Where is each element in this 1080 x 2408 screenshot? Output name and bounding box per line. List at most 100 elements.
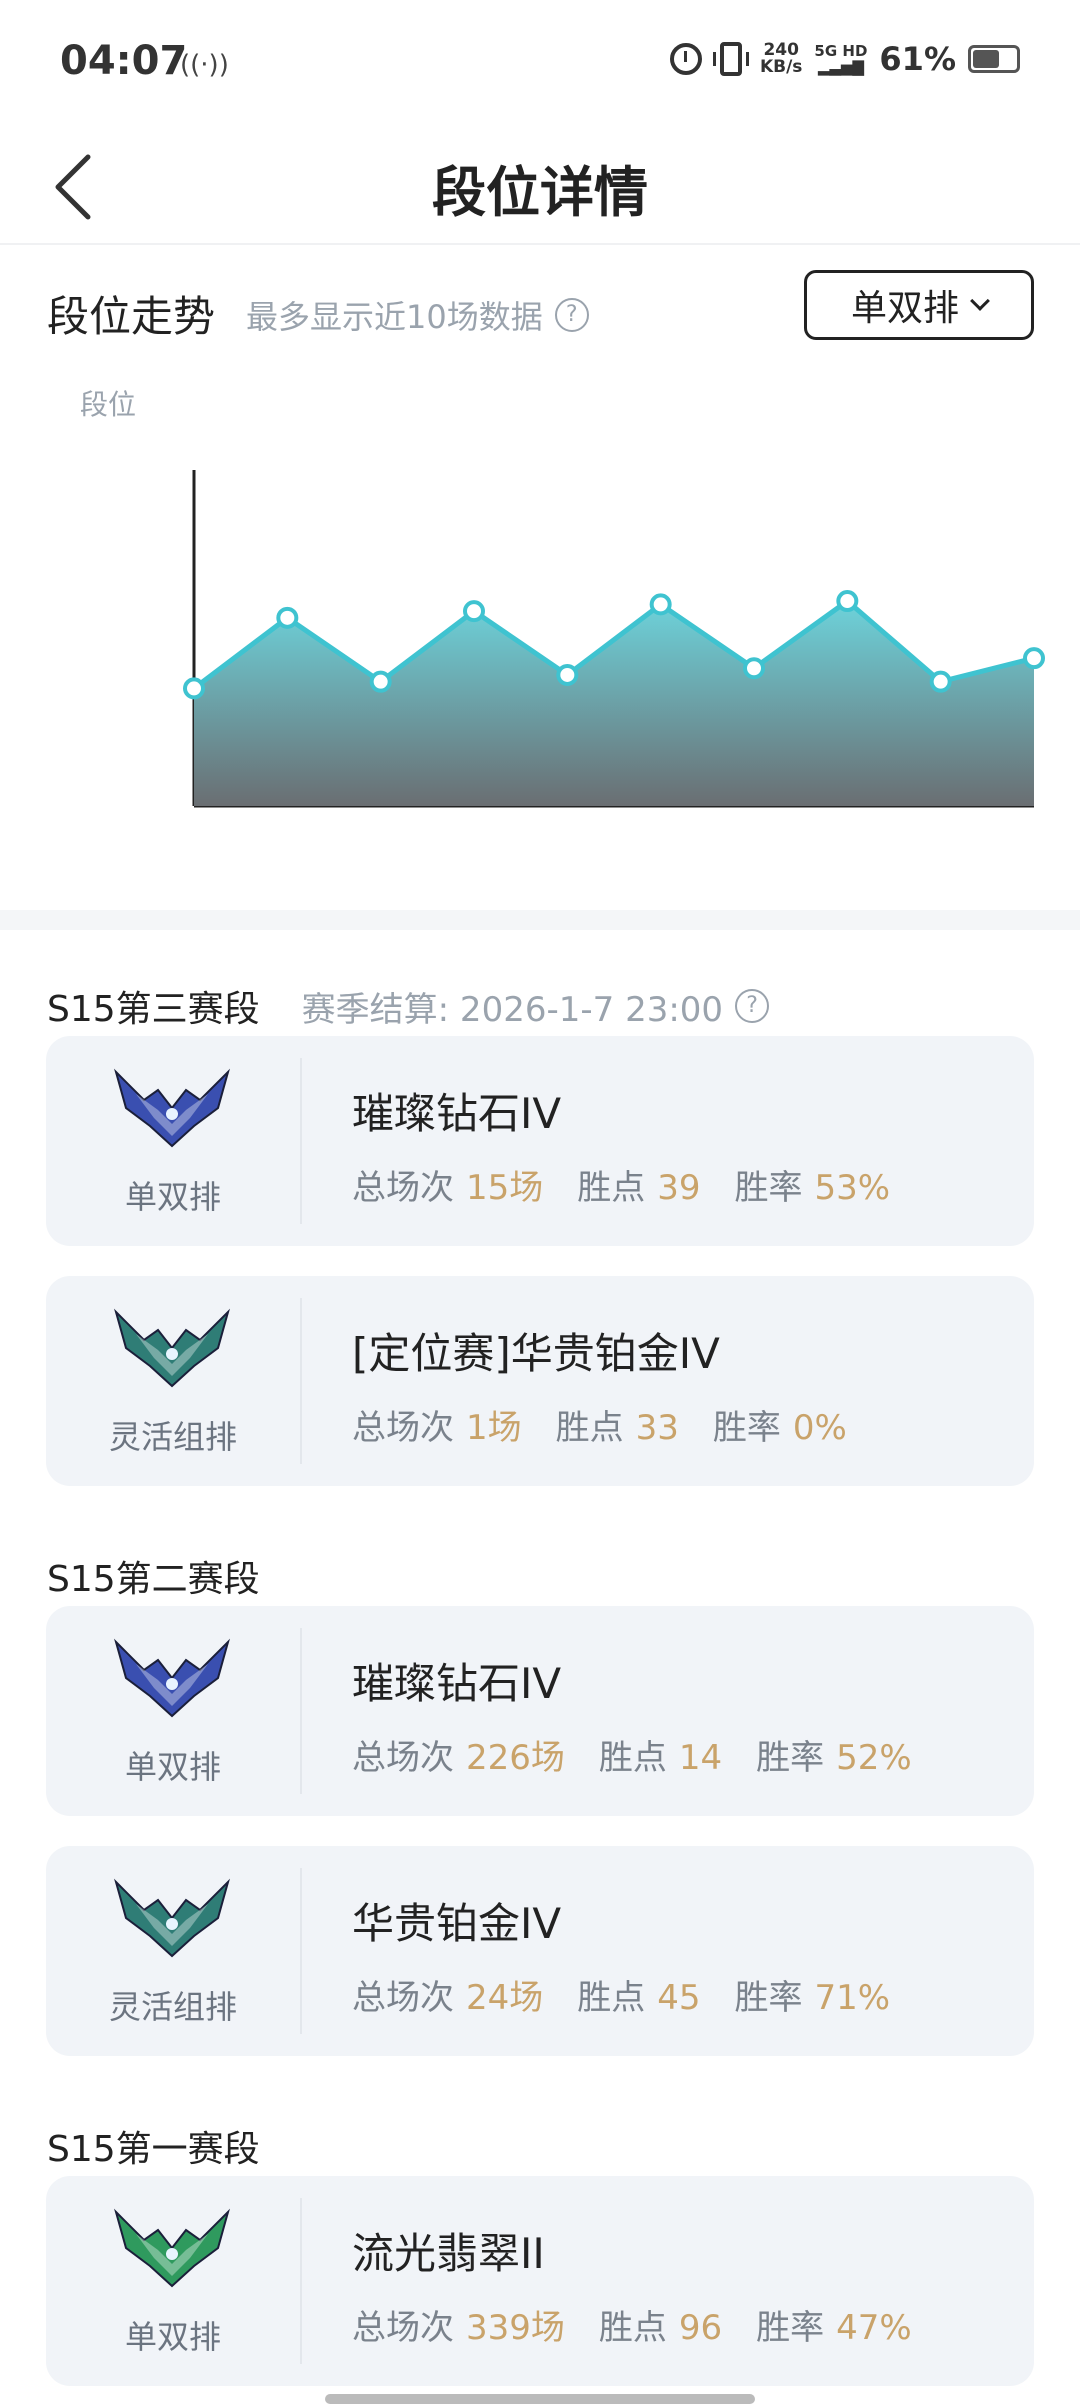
- games-value: 24场: [466, 1978, 544, 2018]
- chart-point[interactable]: [743, 657, 765, 680]
- games-label: 总场次: [352, 1738, 454, 1778]
- games-value: 1场: [466, 1408, 522, 1448]
- chart-point[interactable]: [649, 593, 672, 616]
- season-title: S15第二赛段: [47, 1559, 260, 1600]
- rank-card[interactable]: 单双排 璀璨钻石IV 总场次 15场 胜点 39 胜率 53%: [46, 1036, 1034, 1246]
- help-icon[interactable]: ?: [735, 989, 770, 1023]
- winrate-label: 胜率: [734, 1978, 803, 2018]
- points-stat: 胜点 45: [577, 1970, 700, 2019]
- queue-name: 单双排: [124, 2318, 221, 2356]
- points-stat: 胜点 96: [599, 2300, 722, 2349]
- chart-point[interactable]: [463, 600, 485, 623]
- net-speed: 240 KB/s: [760, 42, 802, 76]
- winrate-label: 胜率: [756, 2308, 825, 2348]
- trend-subtitle: 最多显示近10场数据 ?: [246, 292, 589, 338]
- chart-point[interactable]: [276, 606, 299, 629]
- games-label: 总场次: [352, 1978, 454, 2018]
- queue-name: 单双排: [124, 1178, 221, 1216]
- games-label: 总场次: [352, 1408, 454, 1448]
- winrate-stat: 胜率 71%: [735, 1970, 891, 2019]
- queue-select[interactable]: 单双排: [804, 270, 1034, 340]
- queue-select-label: 单双排: [850, 288, 959, 329]
- winrate-stat: 胜率 47%: [756, 2300, 912, 2349]
- home-indicator[interactable]: [325, 2394, 755, 2404]
- chevron-down-icon: [970, 291, 990, 311]
- chart-point[interactable]: [836, 590, 859, 613]
- games-stat: 总场次 24场: [352, 1970, 543, 2019]
- winrate-label: 胜率: [756, 1738, 825, 1778]
- season-header: S15第三赛段 赛季结算: 2026-1-7 23:00?: [47, 980, 770, 1032]
- signal-bars-icon: ▂▃▅▇: [817, 58, 864, 76]
- net-speed-unit: KB/s: [759, 57, 803, 77]
- games-label: 总场次: [352, 1168, 454, 1208]
- card-divider: [300, 1058, 302, 1224]
- season-title: S15第一赛段: [47, 2129, 260, 2170]
- battery-fill: [973, 50, 999, 68]
- help-icon[interactable]: ?: [554, 298, 589, 332]
- chart-point[interactable]: [183, 677, 205, 700]
- status-icons: 240 KB/s 5G HD ▂▃▅▇ 61%: [669, 40, 1020, 78]
- winrate-value: 52%: [836, 1738, 912, 1778]
- rank-name: 流光翡翠II: [352, 2229, 545, 2278]
- winrate-value: 0%: [792, 1408, 847, 1448]
- rank-emblem-icon: [114, 1068, 230, 1148]
- points-stat: 胜点 39: [577, 1160, 700, 1209]
- card-divider: [300, 1868, 302, 2034]
- points-value: 14: [678, 1738, 723, 1778]
- alarm-icon: [669, 43, 702, 75]
- season-settlement-note: 赛季结算: 2026-1-7 23:00?: [301, 982, 770, 1031]
- points-stat: 胜点 14: [599, 1730, 722, 1779]
- signal-label: 5G HD: [814, 42, 868, 60]
- winrate-value: 53%: [814, 1168, 891, 1208]
- status-time: 04:07: [60, 38, 188, 84]
- winrate-value: 71%: [814, 1978, 891, 2018]
- rank-stats: 总场次 15场 胜点 39 胜率 53%: [352, 1160, 924, 1209]
- rank-emblem-icon: [114, 1878, 230, 1958]
- rank-emblem-icon: [114, 1308, 230, 1388]
- rank-emblem-icon: [114, 2208, 230, 2288]
- chart-point[interactable]: [929, 670, 952, 693]
- card-divider: [300, 1628, 302, 1794]
- points-label: 胜点: [598, 2308, 667, 2348]
- rank-name: 璀璨钻石IV: [352, 1659, 562, 1708]
- rank-emblem-icon: [114, 1638, 230, 1718]
- season-header: S15第二赛段: [47, 1550, 260, 1602]
- rank-stats: 总场次 1场 胜点 33 胜率 0%: [352, 1400, 881, 1449]
- points-label: 胜点: [598, 1738, 667, 1778]
- page-title: 段位详情: [432, 161, 648, 224]
- season-title: S15第三赛段: [47, 989, 260, 1030]
- points-value: 39: [657, 1168, 701, 1208]
- chart-point[interactable]: [369, 670, 392, 693]
- section-divider: [0, 910, 1080, 930]
- points-value: 96: [678, 2308, 723, 2348]
- winrate-stat: 胜率 52%: [756, 1730, 912, 1779]
- chart-point[interactable]: [1023, 647, 1045, 670]
- trend-title: 段位走势: [47, 292, 216, 341]
- chart-point[interactable]: [556, 663, 579, 686]
- rank-emblem-area: 单双排: [46, 1036, 300, 1246]
- battery-icon: [968, 45, 1020, 73]
- status-bar: 04:07 ((·)) 240 KB/s 5G HD ▂▃▅▇ 61%: [0, 0, 1080, 130]
- rank-name: 华贵铂金IV: [352, 1899, 562, 1948]
- games-value: 339场: [466, 2308, 565, 2348]
- winrate-value: 47%: [836, 2308, 912, 2348]
- rank-emblem-area: 单双排: [46, 2176, 300, 2386]
- vibrate-icon: [712, 42, 749, 76]
- rank-card[interactable]: 单双排 流光翡翠II 总场次 339场 胜点 96 胜率 47%: [46, 2176, 1034, 2386]
- rank-emblem-area: 灵活组排: [46, 1846, 300, 2056]
- card-divider: [300, 1298, 302, 1464]
- rank-stats: 总场次 24场 胜点 45 胜率 71%: [352, 1970, 924, 2019]
- rank-card[interactable]: 灵活组排 华贵铂金IV 总场次 24场 胜点 45 胜率 71%: [46, 1846, 1034, 2056]
- rank-card[interactable]: 单双排 璀璨钻石IV 总场次 226场 胜点 14 胜率 52%: [46, 1606, 1034, 1816]
- queue-name: 灵活组排: [108, 1988, 237, 2026]
- rank-card[interactable]: 灵活组排 [定位赛]华贵铂金IV 总场次 1场 胜点 33 胜率 0%: [46, 1276, 1034, 1486]
- chart-area-fill: [194, 601, 1034, 806]
- rank-stats: 总场次 339场 胜点 96 胜率 47%: [352, 2300, 946, 2349]
- season-settlement-text: 赛季结算: 2026-1-7 23:00: [301, 989, 724, 1030]
- games-stat: 总场次 226场: [352, 1730, 565, 1779]
- card-divider: [300, 2198, 302, 2364]
- vibrate-small-icon: ((·)): [180, 50, 229, 80]
- games-value: 15场: [466, 1168, 544, 1208]
- points-label: 胜点: [555, 1408, 624, 1448]
- rank-name: 璀璨钻石IV: [352, 1089, 562, 1138]
